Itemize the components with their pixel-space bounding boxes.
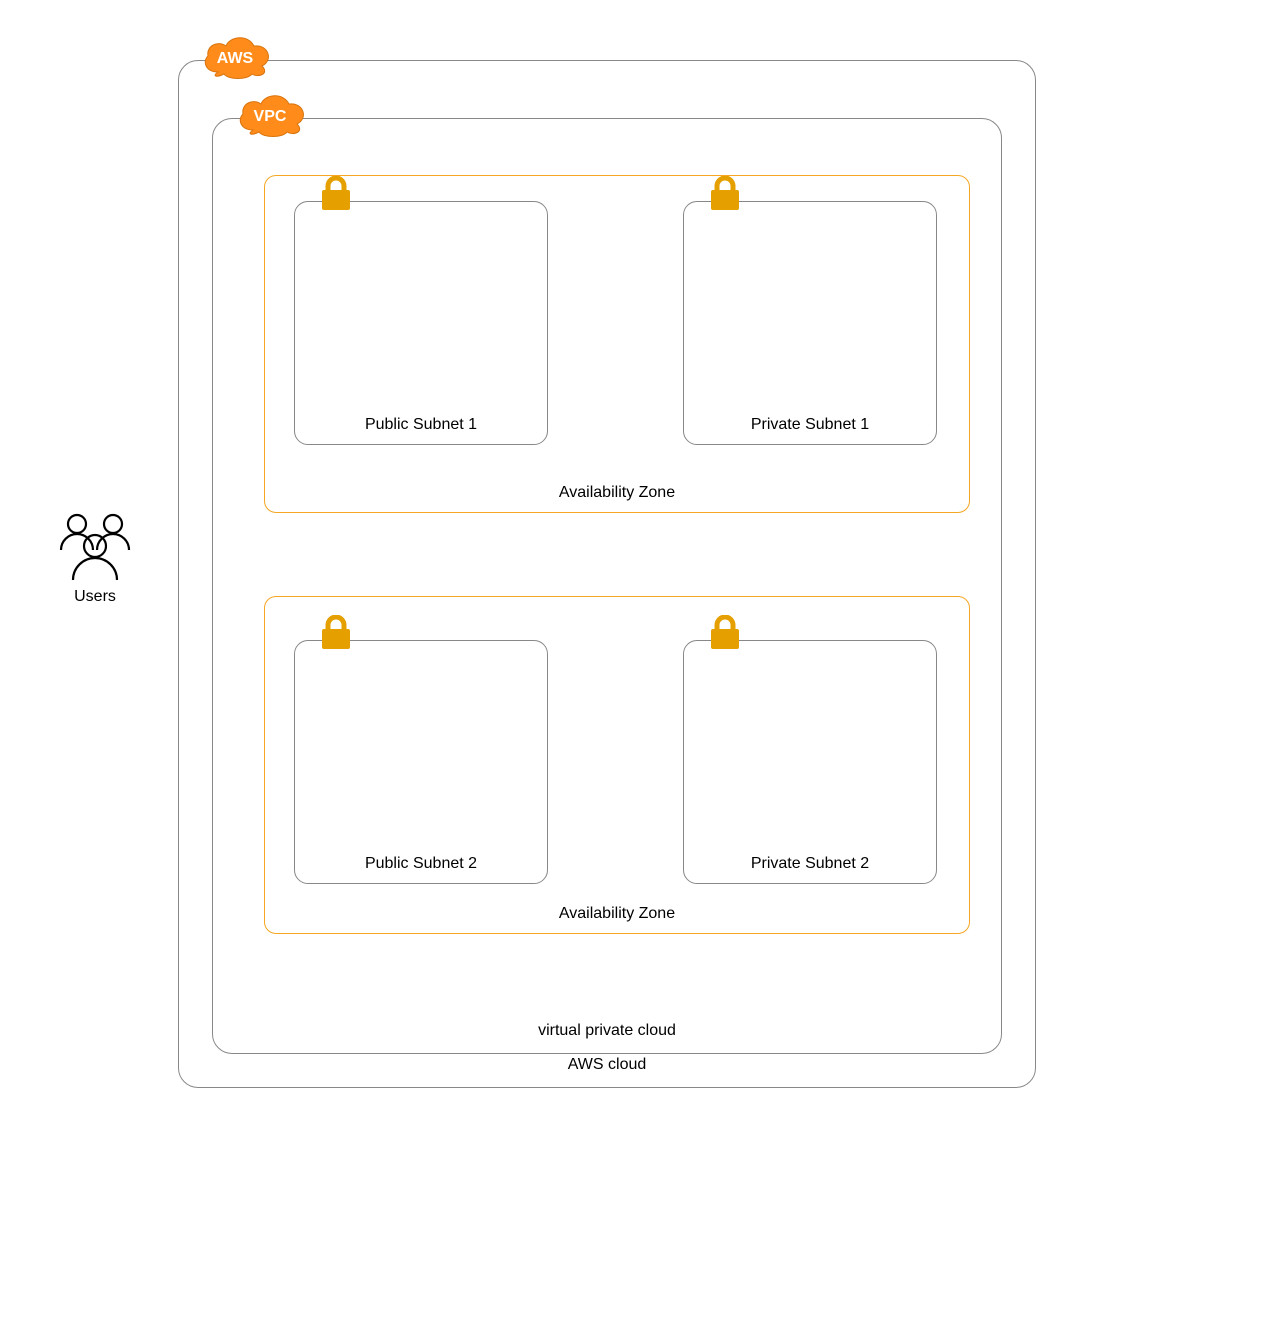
vpc-cloud-icon: VPC [233, 90, 308, 138]
public-subnet-1 [294, 201, 548, 445]
users-label: Users [55, 588, 135, 606]
public-subnet-2 [294, 640, 548, 884]
private-subnet-1 [683, 201, 937, 445]
public-subnet-2-label: Public Subnet 2 [294, 855, 548, 873]
lock-icon [320, 615, 352, 649]
svg-text:AWS: AWS [217, 50, 254, 67]
aws-cloud-icon: AWS [198, 32, 273, 80]
svg-text:VPC: VPC [254, 108, 287, 125]
availability-zone-1-label: Availability Zone [264, 484, 970, 502]
availability-zone-2-label: Availability Zone [264, 905, 970, 923]
private-subnet-1-label: Private Subnet 1 [683, 416, 937, 434]
users-icon [55, 510, 135, 582]
private-subnet-2-label: Private Subnet 2 [683, 855, 937, 873]
lock-icon [709, 176, 741, 210]
users-group: Users [55, 510, 135, 610]
aws-cloud-label: AWS cloud [178, 1056, 1036, 1074]
lock-icon [709, 615, 741, 649]
vpc-label: virtual private cloud [212, 1022, 1002, 1040]
private-subnet-2 [683, 640, 937, 884]
public-subnet-1-label: Public Subnet 1 [294, 416, 548, 434]
lock-icon [320, 176, 352, 210]
